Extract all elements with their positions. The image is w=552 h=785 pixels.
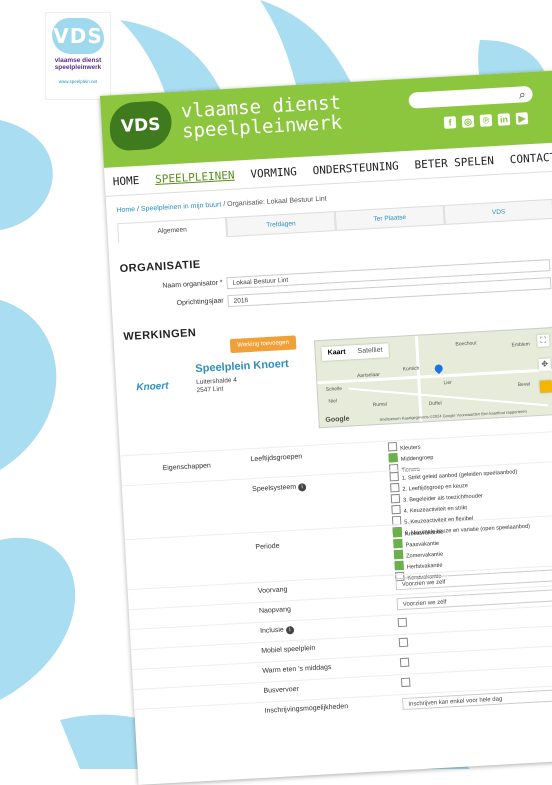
- breadcrumb: Home / Speelpleinen in mijn buurt / Orga…: [116, 195, 327, 215]
- search-input[interactable]: ⌕: [408, 85, 534, 109]
- map-label: Rumst: [372, 401, 388, 409]
- pinterest-icon[interactable]: ℗: [479, 114, 493, 127]
- eigenschappen-label: Eigenschappen: [162, 462, 212, 473]
- warm-eten-label: Warm eten 's middags: [262, 663, 332, 675]
- nav-beter-spelen[interactable]: BETER SPELEN: [414, 154, 494, 171]
- checkbox-checked[interactable]: [388, 452, 398, 463]
- voorvang-label: Voorvang: [257, 586, 288, 595]
- instagram-icon[interactable]: ◎: [461, 115, 475, 128]
- warm-eten-checkbox-wrap: [399, 657, 413, 669]
- google-logo: Google: [325, 415, 350, 424]
- checkbox[interactable]: [390, 482, 400, 493]
- facebook-icon[interactable]: f: [443, 116, 457, 129]
- website-screenshot: VDS vlaamse dienst speelpleinwerk ⌕ f ◎ ℗…: [100, 70, 552, 785]
- location-map[interactable]: Kaart Satelliet Boechout Aartselaar Kont…: [313, 326, 552, 429]
- info-icon[interactable]: i: [285, 626, 295, 635]
- map-label: Aartselaar: [356, 371, 380, 380]
- search-icon[interactable]: ⌕: [518, 86, 526, 102]
- section-title-werkingen: WERKINGEN: [123, 327, 197, 344]
- vds-logo-url[interactable]: www.speelplein.net: [46, 79, 110, 84]
- speelsysteem-label: Speelsysteem i: [252, 483, 307, 494]
- map-label: Niel: [328, 398, 338, 405]
- breadcrumb-current: Organisatie: Lokaal Bestuur Lint: [227, 195, 327, 209]
- checkbox-checked[interactable]: [392, 527, 403, 538]
- breadcrumb-home[interactable]: Home: [116, 206, 135, 214]
- vds-logo-name: vlaamse dienst speelpleinwerk: [54, 57, 102, 71]
- inclusie-checkbox[interactable]: [397, 617, 408, 628]
- pegman-icon[interactable]: [539, 380, 552, 393]
- row-inclusie: [129, 604, 552, 631]
- social-links: f ◎ ℗ in ▶: [443, 112, 529, 129]
- knoert-logo: Knoert: [136, 380, 169, 394]
- nav-speelpleinen[interactable]: SPEELPLEINEN: [155, 168, 235, 185]
- nav-home[interactable]: HOME: [112, 173, 139, 187]
- map-label: Emblem: [511, 341, 531, 349]
- info-icon[interactable]: i: [297, 483, 307, 492]
- checkbox-checked[interactable]: [393, 538, 403, 549]
- mobiel-label: Mobiel speelplein: [261, 644, 316, 655]
- youtube-icon[interactable]: ▶: [515, 112, 529, 125]
- tab-ter-plaatse[interactable]: Ter Plaatse: [334, 204, 445, 232]
- tab-vds[interactable]: VDS: [443, 198, 552, 225]
- naopvang-label: Naopvang: [258, 606, 292, 615]
- mobiel-checkbox[interactable]: [398, 637, 409, 648]
- map-tab-satelliet[interactable]: Satelliet: [351, 343, 389, 359]
- map-footer: Sneltoetsen Kaartgegevens ©2024 Google V…: [379, 408, 527, 422]
- map-label: Duffel: [428, 400, 442, 408]
- fullscreen-icon[interactable]: ⛶: [537, 334, 550, 347]
- periode-label: Periode: [255, 542, 280, 552]
- jaar-label: Oprichtingsjaar: [176, 297, 224, 308]
- nav-vorming[interactable]: VORMING: [250, 165, 297, 181]
- busvervoer-label: Busvervoer: [263, 685, 300, 695]
- map-pin-icon[interactable]: [433, 362, 445, 375]
- breadcrumb-speelpleinen[interactable]: Speelpleinen in mijn buurt: [141, 201, 222, 212]
- speelplein-address: Luitershalde 4 2547 Lint: [195, 376, 238, 395]
- vds-logo-text: VDS: [53, 24, 103, 48]
- vds-logo-card[interactable]: VDS vlaamse dienst speelpleinwerk www.spe…: [45, 12, 111, 100]
- row-mobiel: [130, 624, 552, 651]
- nav-contact[interactable]: CONTACT: [509, 150, 552, 166]
- header-brand: vlaamse dienst speelpleinwerk: [180, 91, 343, 143]
- checkbox[interactable]: [391, 504, 401, 515]
- header-logo[interactable]: VDS: [108, 100, 174, 152]
- inclusie-checkbox-wrap: [397, 617, 411, 630]
- checkbox-checked[interactable]: [394, 560, 404, 571]
- checkbox[interactable]: [387, 441, 398, 452]
- checkbox[interactable]: [390, 493, 401, 504]
- map-type-toggle: Kaart Satelliet: [321, 343, 389, 362]
- section-title-organisatie: ORGANISATIE: [119, 258, 201, 276]
- naam-label: Naam organisator *: [162, 279, 223, 290]
- busvervoer-checkbox-wrap: [400, 677, 414, 689]
- map-tab-kaart[interactable]: Kaart: [321, 345, 352, 361]
- tab-algemeen[interactable]: Algemeen: [117, 217, 228, 244]
- linkedin-icon[interactable]: in: [497, 113, 511, 126]
- map-label: Bevel: [517, 381, 531, 389]
- leeftijd-label: Leeftijdsgroepen: [250, 453, 303, 464]
- pan-control-icon[interactable]: ✥: [538, 358, 552, 371]
- map-label: Schelle: [325, 385, 343, 393]
- row-warm-eten: [132, 643, 552, 671]
- map-label: Boechout: [455, 340, 477, 348]
- checkbox[interactable]: [389, 471, 399, 482]
- speelplein-name[interactable]: Speelplein Knoert: [195, 358, 289, 375]
- row-leeftijd: [120, 430, 552, 457]
- werking-toevoegen-button[interactable]: Werking toevoegen: [229, 335, 297, 354]
- map-label: Kontich: [402, 365, 420, 373]
- vds-logo-blob: VDS: [52, 18, 104, 54]
- inschrijving-label: Inschrijvingsmogelijkheden: [264, 703, 349, 715]
- inclusie-label: Inclusie i: [260, 626, 295, 636]
- row-busvervoer: [133, 663, 552, 691]
- warm-eten-checkbox[interactable]: [399, 657, 410, 668]
- mobiel-checkbox-wrap: [398, 637, 412, 649]
- busvervoer-checkbox[interactable]: [400, 677, 411, 688]
- nav-ondersteuning[interactable]: ONDERSTEUNING: [312, 159, 399, 177]
- map-label: Lier: [443, 379, 453, 387]
- checkbox-checked[interactable]: [393, 549, 404, 560]
- tab-trefdagen[interactable]: Trefdagen: [225, 211, 336, 238]
